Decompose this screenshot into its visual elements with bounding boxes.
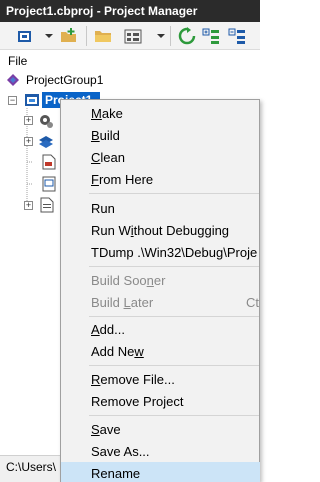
menu-item-label: Build [91, 128, 120, 143]
file-icon [42, 154, 56, 170]
menu-item-from-here[interactable]: From Here [61, 168, 260, 190]
project-expander-icon[interactable]: − [8, 96, 17, 105]
menu-item-shortcut: Ct [246, 295, 259, 310]
menu-item-add[interactable]: Add... [61, 318, 260, 340]
cpp-file-icon [40, 197, 54, 213]
menu-item-clean[interactable]: Clean [61, 146, 260, 168]
menu-item-label: From Here [91, 172, 154, 187]
menu-item-label: Add... [91, 322, 125, 337]
context-menu: Make Build Clean From Here Run Run Witho… [60, 99, 260, 482]
child-expander-icon[interactable]: + [24, 116, 33, 125]
menu-item-label: Save [91, 422, 121, 437]
menu-separator [89, 193, 259, 194]
form-file-icon [42, 176, 56, 192]
menu-item-label: Make [91, 106, 123, 121]
menu-item-build-later[interactable]: Build Later Ct [61, 291, 260, 313]
menu-item-label: Rename [91, 466, 141, 481]
menu-item-remove-file[interactable]: Remove File... [61, 368, 260, 390]
menu-item-rename[interactable]: Rename [61, 462, 260, 482]
menu-item-run-without-debugging[interactable]: Run Without Debugging [61, 219, 260, 241]
child-expander-icon[interactable]: + [24, 137, 33, 146]
menu-item-build-sooner[interactable]: Build Sooner [61, 269, 260, 291]
menu-item-label: Run Without Debugging [91, 223, 230, 238]
menu-item-build[interactable]: Build [61, 124, 260, 146]
menu-item-label: Add New [91, 344, 144, 359]
menu-item-make[interactable]: Make [61, 102, 260, 124]
menu-separator [89, 415, 259, 416]
menu-separator [89, 365, 259, 366]
menu-item-label: Save As... [91, 444, 150, 459]
menu-item-label: Remove File... [91, 372, 175, 387]
project-group-label: ProjectGroup1 [26, 73, 104, 87]
target-platforms-icon [39, 136, 53, 148]
menu-item-label: Clean [91, 150, 125, 165]
menu-item-label: Build Later [91, 295, 154, 310]
project-group-icon [7, 74, 19, 86]
menu-item-save[interactable]: Save [61, 418, 260, 440]
menu-item-save-as[interactable]: Save As... [61, 440, 260, 462]
menu-item-label: Run [91, 201, 115, 216]
path-label: C:\Users\ [6, 460, 57, 474]
menu-separator [89, 266, 259, 267]
child-expander-icon[interactable]: + [24, 201, 33, 210]
project-icon [25, 94, 39, 106]
menu-separator [89, 316, 259, 317]
menu-item-remove-project[interactable]: Remove Project [61, 390, 260, 412]
menu-item-add-new[interactable]: Add New [61, 340, 260, 362]
menu-item-run[interactable]: Run [61, 197, 260, 219]
menu-item-tdump[interactable]: TDump .\Win32\Debug\Proje [61, 241, 260, 263]
menu-item-label: Build Sooner [91, 273, 166, 288]
menu-item-label: Remove Project [91, 394, 184, 409]
build-config-icon [40, 115, 53, 128]
menu-item-label: TDump .\Win32\Debug\Proje [91, 245, 258, 260]
